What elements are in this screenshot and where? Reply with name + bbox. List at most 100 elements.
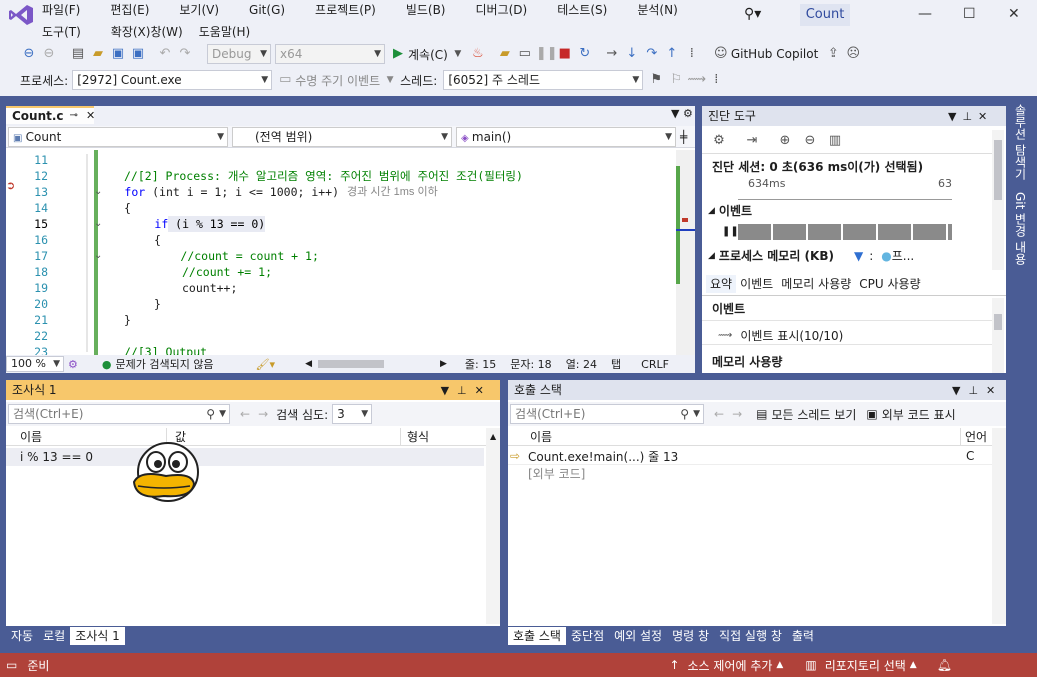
call-stack-col-lang[interactable]: 언어 (960, 428, 992, 445)
open-folder-icon[interactable]: ▰ (89, 45, 107, 63)
back-icon[interactable]: ⊖ (20, 45, 38, 63)
process-memory-label[interactable]: ◢ 프로세스 메모리 (KB) ▼: ● 프... (708, 247, 914, 264)
tab-immediate-window[interactable]: 직접 실행 창 (714, 627, 787, 645)
export-icon[interactable]: ⇥ (743, 132, 761, 150)
watch-row[interactable]: i % 13 == 0 (6, 448, 484, 466)
split-editor-icon[interactable]: ╪ (680, 130, 687, 144)
watch-col-type[interactable]: 형식 (400, 428, 484, 445)
undo-icon[interactable]: ↶ (156, 45, 174, 63)
tab-watch1[interactable]: 조사식 1 (70, 627, 125, 645)
continue-button[interactable]: 계속(C) (408, 46, 448, 63)
tab-memory-usage[interactable]: 메모리 사용량 (777, 275, 855, 293)
tab-cpu-usage[interactable]: CPU 사용량 (855, 275, 924, 293)
call-stack-forward-icon[interactable]: → (732, 407, 742, 421)
lifecycle-events-icon[interactable]: ▭ (276, 71, 294, 89)
select-repository-button[interactable]: 리포지토리 선택 (825, 657, 906, 674)
continue-dropdown-icon[interactable]: ▼ (449, 45, 467, 63)
horizontal-scrollbar[interactable] (317, 360, 384, 368)
source-control-icon[interactable]: ↑ (669, 658, 679, 672)
show-events-link[interactable]: ⟿ 이벤트 표시(10/10) (718, 327, 843, 344)
process-select[interactable]: [2972] Count.exe ▼ (72, 70, 273, 90)
zoom-select[interactable]: 100 % ▼ (6, 356, 64, 372)
call-stack-close-icon[interactable]: ✕ (986, 384, 995, 397)
git-changes-tab[interactable]: Git 변경 내용 (1012, 192, 1029, 265)
events-track-label[interactable]: ◢ 이벤트 (708, 202, 752, 219)
watch-col-value[interactable]: 값 (166, 428, 400, 445)
feedback-icon[interactable]: ☹ (844, 45, 862, 63)
menu-help[interactable]: 도움말(H) (199, 24, 251, 40)
diagnostics-close-icon[interactable]: ✕ (978, 110, 987, 123)
scroll-right-icon[interactable]: ▶ (440, 359, 447, 369)
close-tab-icon[interactable]: ✕ (86, 108, 95, 124)
call-stack-scrollbar[interactable] (992, 428, 1006, 624)
menu-file[interactable]: 파일(F) (42, 2, 80, 18)
repository-caret-icon[interactable]: ▲ (910, 660, 917, 670)
function-nav-select[interactable]: ◈ main() ▼ (456, 126, 676, 147)
zoom-out-icon[interactable]: ⊖ (801, 132, 819, 150)
collapse-icon[interactable]: ⌄ (94, 216, 102, 232)
show-next-statement-icon[interactable]: → (603, 45, 621, 63)
call-stack-search-input[interactable]: 검색(Ctrl+E) ⚲ ▼ (510, 404, 704, 424)
flag-icon[interactable]: ⚑ (647, 71, 665, 89)
watch-close-icon[interactable]: ✕ (475, 384, 484, 397)
menu-debug[interactable]: 디버그(D) (476, 2, 528, 18)
watch-search-input[interactable]: 검색(Ctrl+E) ⚲ ▼ (8, 404, 230, 424)
menu-view[interactable]: 보기(V) (179, 2, 219, 18)
watch-depth-select[interactable]: 3 ▼ (332, 404, 373, 424)
editor-tab[interactable]: Count.c ⊸ ✕ (6, 106, 95, 124)
watch-forward-icon[interactable]: → (258, 407, 268, 421)
pin-icon[interactable]: ⊸ (70, 108, 78, 124)
collapse-icon[interactable]: ⌄ (94, 184, 102, 200)
reset-view-icon[interactable]: ▥ (826, 132, 844, 150)
tab-command-window[interactable]: 명령 창 (667, 627, 714, 645)
close-window-button[interactable]: ✕ (1008, 6, 1020, 22)
events-pause-icon[interactable]: ❚❚ (722, 226, 739, 237)
external-code-button[interactable]: 외부 코드 표시 (882, 406, 956, 423)
code-area[interactable]: ➲ 11 12//[2] Process: 개수 알고리즘 영역: 주어진 범위… (6, 150, 695, 355)
flag-threads-icon[interactable]: ⚐ (667, 71, 685, 89)
timeline-ruler[interactable]: 634ms 63 (738, 174, 952, 200)
maximize-button[interactable]: ☐ (963, 6, 976, 22)
external-code-icon[interactable]: ▣ (866, 407, 877, 421)
call-stack-row[interactable]: [외부 코드] (508, 465, 992, 482)
zoom-in-icon[interactable]: ⊕ (776, 132, 794, 150)
diagnostics-scrollbar[interactable] (992, 130, 1004, 270)
watch-pin-icon[interactable]: ⊥ (457, 384, 467, 397)
watch-back-icon[interactable]: ← (240, 407, 250, 421)
minimize-button[interactable]: — (918, 6, 932, 22)
step-into-icon[interactable]: ↓ (623, 45, 641, 63)
menu-analyze[interactable]: 분석(N) (637, 2, 677, 18)
events-timeline-track[interactable] (738, 224, 952, 240)
save-icon[interactable]: ▣ (109, 45, 127, 63)
col-indicator[interactable]: 열: 24 (566, 356, 597, 372)
notifications-bell-icon[interactable]: 🔔︎ (937, 658, 952, 672)
continue-icon[interactable]: ▶ (389, 45, 407, 63)
solution-explorer-tab[interactable]: 솔루션 탐색기 (1012, 104, 1029, 180)
line-ending-indicator[interactable]: CRLF (641, 358, 669, 371)
tab-events[interactable]: 이벤트 (736, 275, 777, 293)
line-indicator[interactable]: 줄: 15 (465, 356, 496, 372)
cleanup-icon[interactable]: 🖌▾ (256, 358, 276, 371)
call-stack-col-name[interactable]: 이름 (508, 428, 960, 445)
copilot-icon[interactable]: ☺ (712, 45, 730, 63)
all-threads-button[interactable]: 모든 스레드 보기 (771, 406, 856, 423)
call-stack-back-icon[interactable]: ← (714, 407, 724, 421)
source-control-caret-icon[interactable]: ▲ (776, 660, 783, 670)
add-to-source-control-button[interactable]: 소스 제어에 추가 (688, 657, 773, 674)
all-threads-icon[interactable]: ▤ (756, 407, 767, 421)
scroll-left-icon[interactable]: ◀ (305, 359, 312, 369)
editor-dropdown-icon[interactable]: ▼ (671, 107, 679, 120)
tab-call-stack[interactable]: 호출 스택 (508, 627, 566, 645)
step-out-icon[interactable]: ↑ (663, 45, 681, 63)
repository-icon[interactable]: ▥ (805, 658, 816, 672)
menu-test[interactable]: 테스트(S) (557, 2, 607, 18)
menu-extensions[interactable]: 확장(X) (111, 24, 151, 40)
redo-icon[interactable]: ↷ (176, 45, 194, 63)
tab-indicator[interactable]: 탭 (611, 356, 621, 372)
editor-vertical-scrollbar[interactable] (676, 150, 695, 355)
step-over-icon[interactable]: ↷ (643, 45, 661, 63)
call-stack-pin-icon[interactable]: ⊥ (968, 384, 978, 397)
menu-edit[interactable]: 편집(E) (110, 2, 149, 18)
configuration-select[interactable]: Debug ▼ (207, 44, 271, 64)
menu-project[interactable]: 프로젝트(P) (315, 2, 376, 18)
